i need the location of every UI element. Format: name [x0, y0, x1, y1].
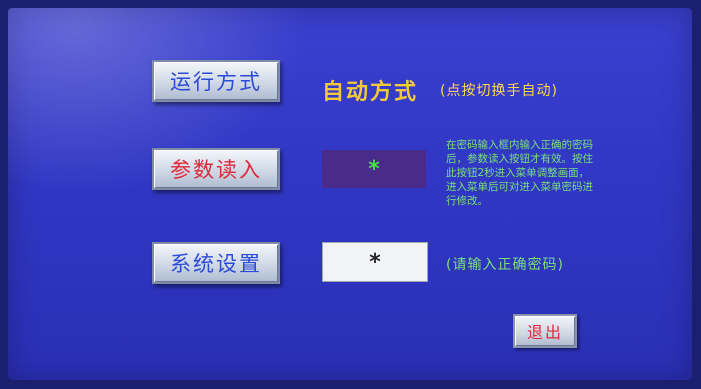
exit-button[interactable]: 退出: [513, 314, 577, 348]
system-settings-button[interactable]: 系统设置: [152, 242, 280, 284]
system-password-field[interactable]: *: [322, 242, 428, 282]
run-mode-button[interactable]: 运行方式: [152, 60, 280, 102]
current-mode-label: 自动方式: [322, 79, 419, 105]
param-password-field[interactable]: *: [322, 150, 426, 188]
param-load-button[interactable]: 参数读入: [152, 148, 280, 190]
system-password-hint: (请输入正确密码): [446, 257, 564, 273]
run-mode-hint: (点按切换手自动): [440, 83, 558, 99]
param-info-text: 在密码输入框内输入正确的密码后，参数读入按钮才有效。按住此按钮2秒进入菜单调整画…: [446, 139, 593, 207]
hmi-screen: 运行方式 自动方式 (点按切换手自动) 参数读入 * 在密码输入框内输入正确的密…: [8, 8, 692, 380]
